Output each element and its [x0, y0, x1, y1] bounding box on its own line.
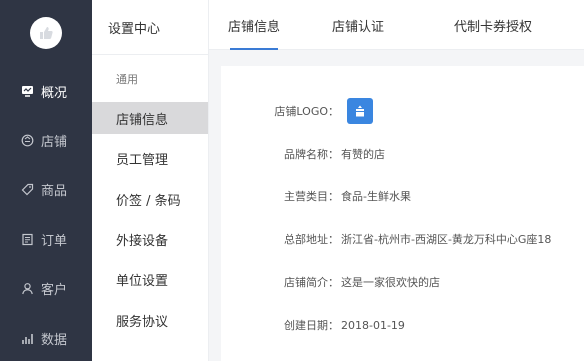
info-row-address: 总部地址： 浙江省-杭州市-西湖区-黄龙万科中心G座18: [221, 229, 584, 249]
overview-icon: [20, 84, 34, 98]
subnav-item-staff[interactable]: 员工管理: [92, 142, 209, 174]
store-icon: [20, 133, 34, 147]
nav-item-store[interactable]: 店铺: [0, 120, 92, 160]
info-value: 2018-01-19: [341, 318, 405, 332]
info-label: 总部地址：: [284, 233, 339, 246]
store-logo-thumbnail[interactable]: [347, 98, 373, 124]
info-label: 店铺LOGO：: [274, 105, 339, 118]
tag-icon: [20, 182, 34, 196]
store-logo-icon: [356, 105, 364, 117]
chart-icon: [20, 331, 34, 345]
info-label: 店铺简介：: [284, 276, 339, 289]
info-label: 主营类目：: [284, 190, 339, 203]
tab-store-certification[interactable]: 店铺认证: [332, 0, 384, 50]
store-info-card: 店铺LOGO： 品牌名称： 有赞的店 主营类目： 食品-生鲜水果 总部地址： 浙…: [221, 66, 584, 361]
info-label: 品牌名称：: [284, 148, 339, 161]
nav-item-label: 客户: [41, 282, 68, 298]
nav-item-label: 店铺: [41, 134, 68, 150]
subnav-item-devices[interactable]: 外接设备: [92, 223, 209, 255]
subnav-item-store-info[interactable]: 店铺信息: [92, 102, 208, 134]
order-icon: [20, 232, 34, 246]
subnav-item-agreement[interactable]: 服务协议: [92, 304, 209, 336]
nav-item-label: 概况: [41, 85, 68, 101]
info-value: 这是一家很欢快的店: [341, 276, 440, 289]
info-row-description: 店铺简介： 这是一家很欢快的店: [221, 272, 584, 292]
nav-item-label: 商品: [41, 183, 68, 199]
tab-store-info[interactable]: 店铺信息: [228, 0, 280, 50]
info-value: 有赞的店: [341, 148, 385, 161]
primary-nav: 概况 店铺 商品 订单 客户 数据: [0, 0, 92, 361]
nav-item-orders[interactable]: 订单: [0, 219, 92, 259]
subnav-group-label: 通用: [116, 73, 138, 86]
info-label: 创建日期：: [284, 319, 339, 332]
nav-item-overview[interactable]: 概况: [0, 71, 92, 111]
info-value: 食品-生鲜水果: [341, 190, 411, 203]
avatar[interactable]: [30, 17, 62, 49]
info-row-logo: 店铺LOGO：: [221, 95, 584, 127]
tab-bar: 店铺信息 店铺认证 代制卡券授权: [209, 0, 584, 50]
subnav-item-units[interactable]: 单位设置: [92, 263, 209, 295]
settings-subnav: 设置中心 通用 店铺信息 员工管理 价签 / 条码 外接设备 单位设置 服务协议: [92, 0, 209, 361]
thumbs-up-icon: [40, 27, 53, 39]
subnav-title: 设置中心: [92, 0, 209, 55]
info-row-brand: 品牌名称： 有赞的店: [221, 144, 584, 164]
info-row-category: 主营类目： 食品-生鲜水果: [221, 186, 584, 206]
nav-item-label: 订单: [41, 233, 68, 249]
tab-card-authorization[interactable]: 代制卡券授权: [454, 0, 532, 50]
info-value: 浙江省-杭州市-西湖区-黄龙万科中心G座18: [341, 233, 552, 246]
user-icon: [20, 281, 34, 295]
subnav-item-price-tag[interactable]: 价签 / 条码: [92, 183, 209, 215]
nav-item-customers[interactable]: 客户: [0, 268, 92, 308]
nav-item-label: 数据: [41, 332, 68, 348]
info-row-created-date: 创建日期： 2018-01-19: [221, 315, 584, 335]
nav-item-data[interactable]: 数据: [0, 318, 92, 358]
nav-item-products[interactable]: 商品: [0, 169, 92, 209]
